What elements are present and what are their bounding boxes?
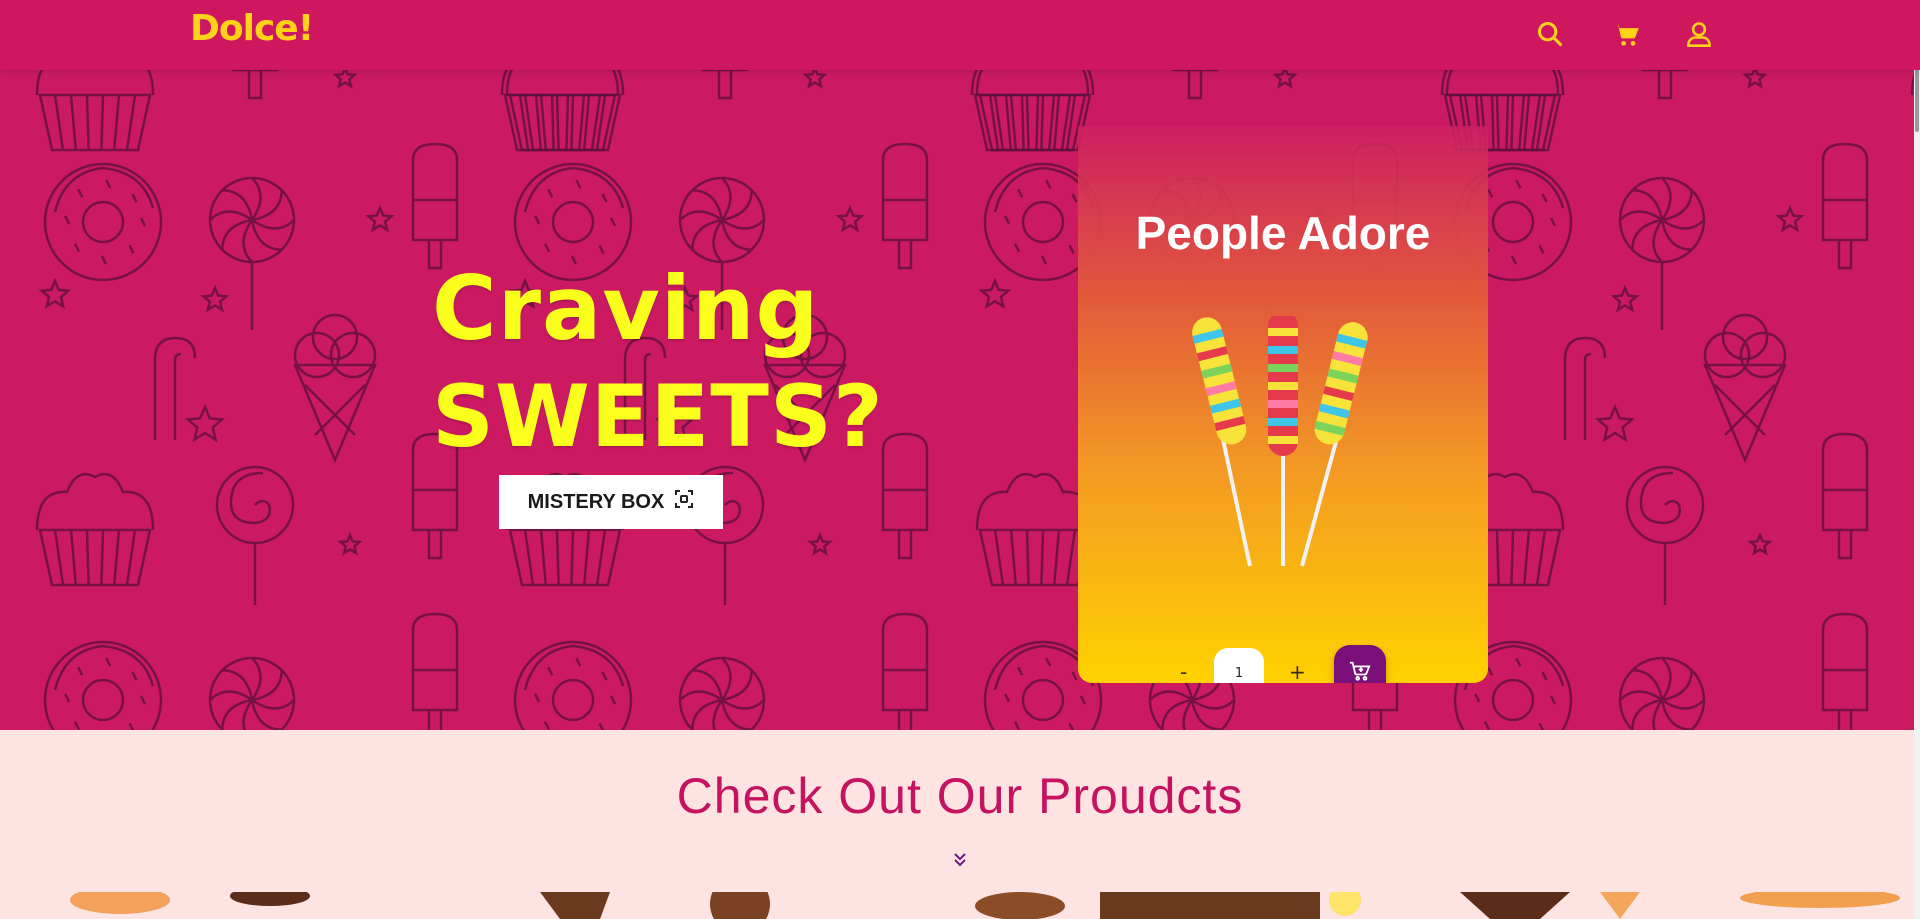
featured-title: People Adore (1135, 207, 1431, 259)
featured-product-card: People Adore - 1 + (1078, 126, 1488, 683)
headline-line-1: Craving (432, 257, 820, 360)
double-chevron-down-icon[interactable] (951, 851, 969, 869)
lollipops-image (1192, 316, 1368, 567)
hero-headline: Craving SWEETS? (432, 255, 884, 471)
add-to-cart-button[interactable] (1334, 645, 1386, 683)
headline-line-2: SWEETS? (432, 367, 884, 467)
scan-icon (674, 489, 694, 515)
add-cart-icon (1349, 661, 1371, 681)
cart-icon[interactable] (1609, 17, 1643, 51)
quantity-input[interactable] (1214, 648, 1264, 683)
top-navbar: Dolce! (0, 0, 1920, 70)
mystery-box-label: MISTERY BOX (527, 490, 665, 513)
user-icon[interactable] (1682, 17, 1716, 51)
candy-pattern-background (35, 70, 1920, 730)
quantity-stepper: - + (1078, 645, 1488, 683)
products-section-title: Check Out Our Proudcts (676, 768, 1244, 824)
search-icon[interactable] (1533, 17, 1567, 51)
quantity-increase-button[interactable]: + (1289, 660, 1306, 683)
products-preview-strip (0, 892, 1920, 919)
mystery-box-button[interactable]: MISTERY BOX (499, 475, 723, 529)
brand-logo[interactable]: Dolce! (190, 8, 314, 49)
quantity-decrease-button[interactable]: - (1180, 660, 1187, 683)
page-scrollbar[interactable] (1914, 0, 1920, 919)
hero-section: Craving SWEETS? MISTERY BOX People Adore (0, 70, 1920, 730)
